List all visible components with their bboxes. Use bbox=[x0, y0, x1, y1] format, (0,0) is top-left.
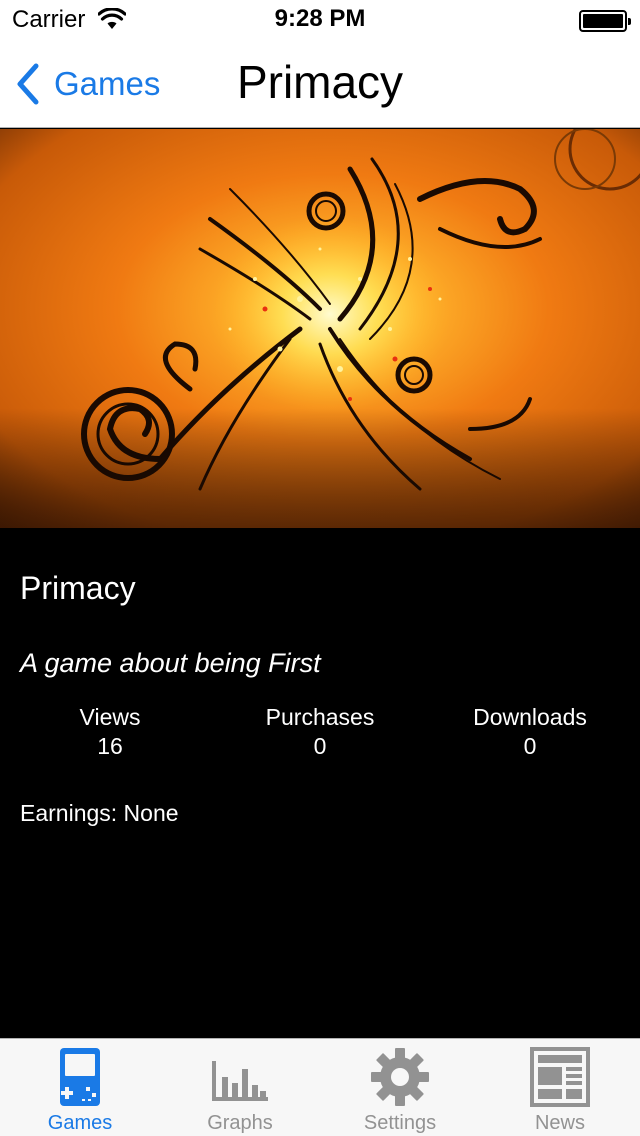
tab-graphs[interactable]: Graphs bbox=[160, 1039, 320, 1136]
tab-settings[interactable]: Settings bbox=[320, 1039, 480, 1136]
stat-value: 0 bbox=[313, 733, 327, 759]
stat-label: Views bbox=[79, 704, 141, 730]
status-time: 9:28 PM bbox=[274, 5, 366, 32]
page-title: Primacy bbox=[236, 56, 404, 108]
stat-views: Views 16 bbox=[10, 702, 210, 760]
stat-downloads: Downloads 0 bbox=[430, 702, 630, 760]
earnings-label: Earnings: None bbox=[20, 800, 179, 826]
game-name: Primacy bbox=[20, 570, 136, 606]
stat-label: Purchases bbox=[265, 704, 375, 730]
stat-label: Downloads bbox=[473, 704, 587, 730]
top-bar: Carrier 9:28 PM Games Primacy bbox=[0, 0, 640, 128]
tab-label: News bbox=[534, 1112, 585, 1134]
newspaper-icon bbox=[530, 1047, 590, 1107]
tab-bar: Games Graphs Settings News bbox=[0, 1038, 640, 1136]
game-artwork bbox=[0, 129, 640, 528]
gameboy-icon bbox=[60, 1048, 100, 1106]
stat-purchases: Purchases 0 bbox=[220, 702, 420, 760]
bar-chart-icon bbox=[212, 1061, 268, 1101]
game-tagline: A game about being First bbox=[20, 648, 321, 678]
tab-label: Settings bbox=[363, 1112, 437, 1134]
battery-icon bbox=[579, 10, 631, 32]
tab-games[interactable]: Games bbox=[0, 1039, 160, 1136]
tab-label: Games bbox=[47, 1112, 113, 1134]
stat-value: 16 bbox=[97, 733, 123, 759]
tab-news[interactable]: News bbox=[480, 1039, 640, 1136]
stats-row: Views 16 Purchases 0 Downloads 0 bbox=[0, 702, 640, 762]
navigation-bar: Games Primacy bbox=[0, 40, 640, 128]
tab-label: Graphs bbox=[207, 1112, 273, 1134]
status-bar: Carrier 9:28 PM bbox=[0, 0, 640, 40]
stat-value: 0 bbox=[523, 733, 537, 759]
screen: Carrier 9:28 PM Games Primacy Primacy A … bbox=[0, 0, 640, 1136]
gear-icon bbox=[371, 1048, 429, 1106]
game-details: Primacy A game about being First Views 1… bbox=[0, 528, 640, 1038]
